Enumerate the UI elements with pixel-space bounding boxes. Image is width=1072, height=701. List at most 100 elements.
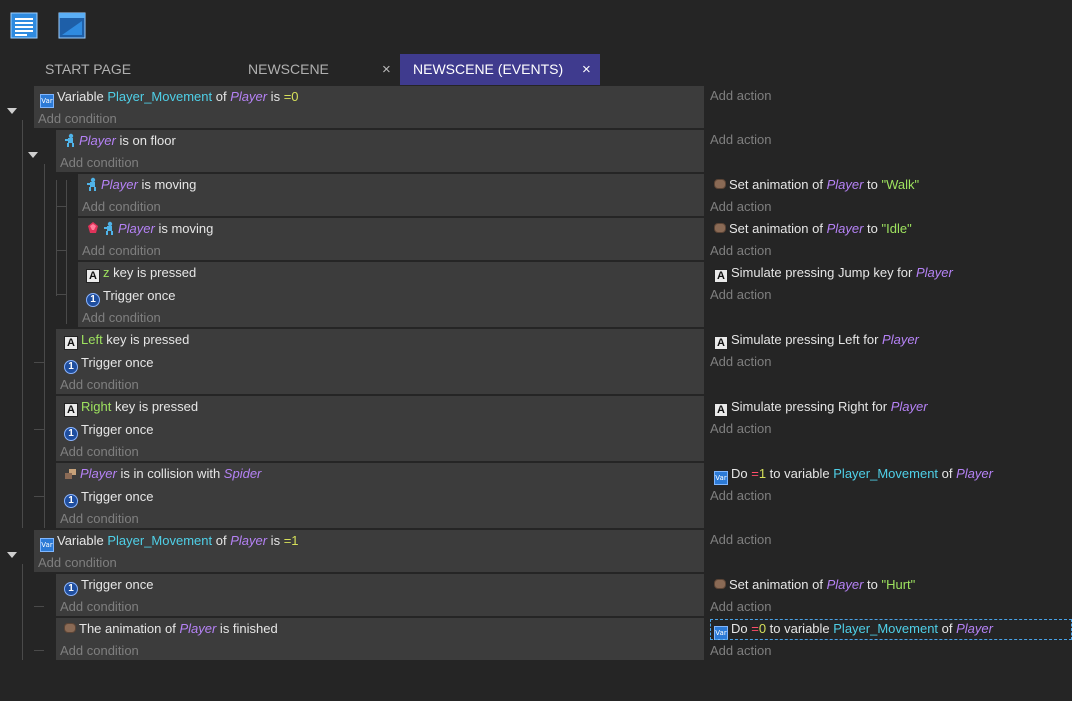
condition[interactable]: A Left key is pressed bbox=[64, 330, 189, 350]
condition[interactable]: A Right key is pressed bbox=[64, 397, 198, 417]
add-action-link[interactable]: Add action bbox=[710, 641, 771, 661]
condition[interactable]: Az key is pressed bbox=[86, 263, 196, 283]
actions-block[interactable]: Add action bbox=[706, 86, 1072, 130]
variable-icon: Var bbox=[40, 538, 54, 552]
add-condition-link[interactable]: Add condition bbox=[60, 442, 139, 462]
add-action-link[interactable]: Add action bbox=[710, 597, 771, 617]
action[interactable]: A Simulate pressing Right for Player bbox=[714, 397, 928, 417]
add-action-link[interactable]: Add action bbox=[710, 86, 771, 106]
platformer-character-icon bbox=[104, 221, 113, 235]
platformer-character-icon bbox=[65, 133, 74, 147]
add-condition-link[interactable]: Add condition bbox=[82, 241, 161, 261]
tree-line bbox=[34, 650, 44, 651]
actions-block[interactable]: Set animation of Player to "Walk" Add ac… bbox=[706, 174, 1072, 218]
condition[interactable]: Player is on floor bbox=[64, 131, 176, 151]
scene-window-icon[interactable] bbox=[58, 10, 86, 40]
conditions-block[interactable]: Az key is pressed 1 Trigger once Add cond… bbox=[78, 262, 704, 329]
trigger-once-icon: 1 bbox=[64, 582, 78, 596]
tab-bar: START PAGE NEWSCENE × NEWSCENE (EVENTS) … bbox=[0, 54, 1072, 85]
close-icon[interactable]: × bbox=[582, 54, 591, 85]
keyboard-key-icon: A bbox=[64, 336, 78, 350]
tree-line bbox=[34, 496, 44, 497]
add-condition-link[interactable]: Add condition bbox=[38, 109, 117, 129]
conditions-block[interactable]: Var Variable Player_Movement of Player is… bbox=[34, 530, 704, 574]
tab-label: NEWSCENE bbox=[248, 61, 329, 77]
trigger-once-icon: 1 bbox=[64, 427, 78, 441]
action[interactable]: A Simulate pressing Left for Player bbox=[714, 330, 919, 350]
add-action-link[interactable]: Add action bbox=[710, 352, 771, 372]
add-action-link[interactable]: Add action bbox=[710, 197, 771, 217]
conditions-block[interactable]: Player is in collision with Spider 1 Trig… bbox=[56, 463, 704, 530]
tree-line bbox=[22, 564, 23, 660]
add-action-link[interactable]: Add action bbox=[710, 130, 771, 150]
action[interactable]: Var Do =1 to variable Player_Movement of … bbox=[714, 464, 993, 485]
actions-block[interactable]: Add action bbox=[706, 530, 1072, 574]
tree-line bbox=[56, 206, 66, 207]
selected-action-outline bbox=[710, 619, 1072, 640]
trigger-once-icon: 1 bbox=[64, 360, 78, 374]
add-action-link[interactable]: Add action bbox=[710, 241, 771, 261]
add-condition-link[interactable]: Add condition bbox=[82, 308, 161, 328]
tab-label: START PAGE bbox=[45, 61, 132, 77]
condition[interactable]: Player is moving bbox=[86, 219, 213, 239]
collapse-toggle-icon[interactable] bbox=[28, 152, 38, 158]
close-icon[interactable]: × bbox=[382, 54, 391, 85]
conditions-block[interactable]: A Left key is pressed 1 Trigger once Add c… bbox=[56, 329, 704, 396]
add-condition-link[interactable]: Add condition bbox=[60, 597, 139, 617]
add-condition-link[interactable]: Add condition bbox=[60, 375, 139, 395]
add-condition-link[interactable]: Add condition bbox=[60, 153, 139, 173]
condition[interactable]: Player is moving bbox=[86, 175, 196, 195]
actions-block[interactable]: Set animation of Player to "Idle" Add ac… bbox=[706, 218, 1072, 262]
add-action-link[interactable]: Add action bbox=[710, 530, 771, 550]
conditions-block[interactable]: Var Variable Player_Movement of Player is… bbox=[34, 86, 704, 130]
actions-block[interactable]: A Simulate pressing Jump key for Player A… bbox=[706, 262, 1072, 329]
condition[interactable]: Var Variable Player_Movement of Player is… bbox=[40, 531, 299, 552]
condition[interactable]: 1 Trigger once bbox=[64, 420, 154, 441]
actions-block[interactable]: A Simulate pressing Right for Player Add … bbox=[706, 396, 1072, 463]
conditions-block[interactable]: 1 Trigger once Add condition bbox=[56, 574, 704, 618]
action[interactable]: Set animation of Player to "Walk" bbox=[714, 175, 919, 195]
conditions-block[interactable]: Player is moving Add condition bbox=[78, 218, 704, 262]
action[interactable]: Set animation of Player to "Hurt" bbox=[714, 575, 915, 595]
add-action-link[interactable]: Add action bbox=[710, 419, 771, 439]
condition[interactable]: Var Variable Player_Movement of Player is… bbox=[40, 87, 299, 108]
collapse-toggle-icon[interactable] bbox=[7, 108, 17, 114]
conditions-block[interactable]: The animation of Player is finished Add … bbox=[56, 618, 704, 662]
actions-block[interactable]: Var Do =1 to variable Player_Movement of … bbox=[706, 463, 1072, 530]
trigger-once-icon: 1 bbox=[86, 293, 100, 307]
tab-newscene[interactable]: NEWSCENE × bbox=[200, 54, 400, 85]
keyboard-key-icon: A bbox=[714, 336, 728, 350]
keyboard-key-icon: A bbox=[714, 403, 728, 417]
action[interactable]: Set animation of Player to "Idle" bbox=[714, 219, 912, 239]
add-action-link[interactable]: Add action bbox=[710, 285, 771, 305]
actions-block[interactable]: Set animation of Player to "Hurt" Add ac… bbox=[706, 574, 1072, 618]
tree-line bbox=[34, 362, 44, 363]
add-condition-link[interactable]: Add condition bbox=[60, 509, 139, 529]
condition[interactable]: 1 Trigger once bbox=[64, 487, 154, 508]
conditions-block[interactable]: Player is on floor Add condition bbox=[56, 130, 704, 174]
variable-icon: Var bbox=[714, 471, 728, 485]
actions-block[interactable]: Add action bbox=[706, 130, 1072, 174]
tree-line bbox=[66, 180, 67, 324]
collapse-toggle-icon[interactable] bbox=[7, 552, 17, 558]
trigger-once-icon: 1 bbox=[64, 494, 78, 508]
action[interactable]: A Simulate pressing Jump key for Player bbox=[714, 263, 953, 283]
conditions-block[interactable]: A Right key is pressed 1 Trigger once Add … bbox=[56, 396, 704, 463]
add-condition-link[interactable]: Add condition bbox=[82, 197, 161, 217]
add-condition-link[interactable]: Add condition bbox=[60, 641, 139, 661]
keyboard-key-icon: A bbox=[714, 269, 728, 283]
condition[interactable]: 1 Trigger once bbox=[64, 575, 154, 596]
events-list-icon[interactable] bbox=[10, 10, 38, 40]
actions-block[interactable]: A Simulate pressing Left for Player Add a… bbox=[706, 329, 1072, 396]
animation-icon bbox=[64, 623, 76, 633]
tree-line bbox=[56, 294, 66, 295]
condition[interactable]: 1 Trigger once bbox=[64, 353, 154, 374]
tab-start-page[interactable]: START PAGE bbox=[0, 54, 200, 85]
conditions-block[interactable]: Player is moving Add condition bbox=[78, 174, 704, 218]
condition[interactable]: The animation of Player is finished bbox=[64, 619, 278, 639]
condition[interactable]: Player is in collision with Spider bbox=[64, 464, 261, 484]
tab-newscene-events[interactable]: NEWSCENE (EVENTS) × bbox=[400, 54, 600, 85]
add-action-link[interactable]: Add action bbox=[710, 486, 771, 506]
condition[interactable]: 1 Trigger once bbox=[86, 286, 176, 307]
add-condition-link[interactable]: Add condition bbox=[38, 553, 117, 573]
